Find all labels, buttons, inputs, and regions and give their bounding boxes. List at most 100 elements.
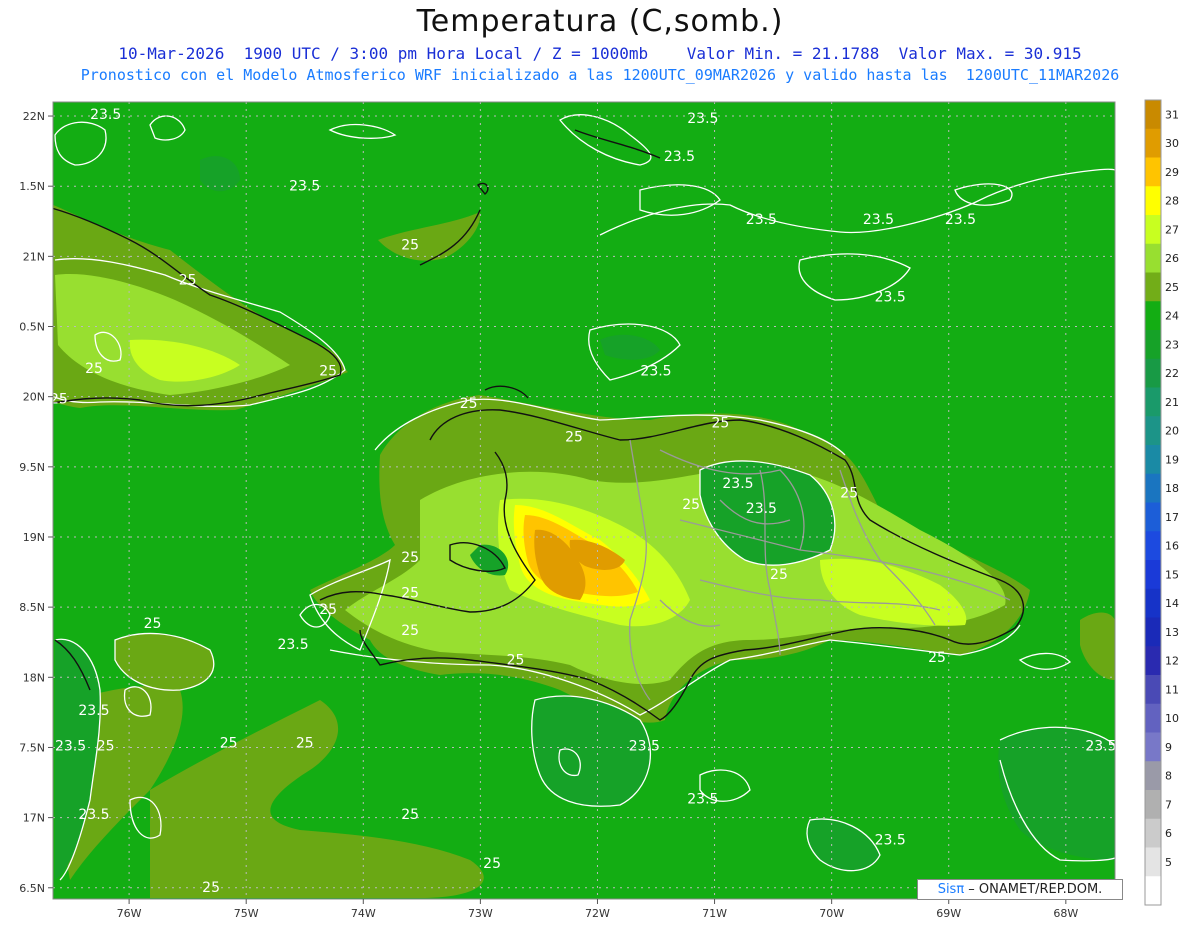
colorbar-swatch xyxy=(1145,761,1161,791)
colorbar-swatch xyxy=(1145,272,1161,302)
contour-label: 25 xyxy=(401,585,419,601)
colorbar-label: 14 xyxy=(1165,597,1179,610)
contour-label: 25 xyxy=(179,272,197,288)
colorbar-swatch xyxy=(1145,157,1161,187)
colorbar-swatch xyxy=(1145,818,1161,848)
lon-label: 69W xyxy=(936,907,961,920)
contour-label: 25 xyxy=(97,738,115,754)
colorbar-swatch xyxy=(1145,588,1161,618)
contour-label: 23.5 xyxy=(640,364,671,380)
colorbar-swatch xyxy=(1145,100,1161,130)
colorbar-swatch xyxy=(1145,531,1161,561)
lon-label: 72W xyxy=(585,907,610,920)
colorbar-label: 27 xyxy=(1165,223,1179,236)
colorbar-swatch xyxy=(1145,703,1161,733)
contour-label: 23.5 xyxy=(1085,738,1116,754)
contour-label: 25 xyxy=(770,567,788,583)
contour-label: 23.5 xyxy=(746,501,777,517)
lat-label: 18N xyxy=(23,671,45,684)
contour-label: 25 xyxy=(711,416,729,432)
colorbar-swatch xyxy=(1145,876,1161,906)
lat-label: 8.5N xyxy=(19,601,45,614)
colorbar-swatch xyxy=(1145,560,1161,590)
colorbar-swatch xyxy=(1145,790,1161,820)
colorbar-label: 11 xyxy=(1165,683,1179,696)
colorbar-label: 20 xyxy=(1165,425,1179,438)
contour-label: 25 xyxy=(85,361,103,377)
longitude-axis: 76W 75W 74W 73W 72W 71W 70W 69W 68W xyxy=(117,899,1078,920)
contour-label: 23.5 xyxy=(55,738,86,754)
contour-label: 25 xyxy=(220,735,238,751)
temperature-colorbar: 31 30 29 28 27 26 25 24 23 22 21 20 19 18 17 16 15 14 13 12… xyxy=(1144,99,1179,906)
colorbar-label: 7 xyxy=(1165,798,1172,811)
lon-label: 70W xyxy=(819,907,844,920)
lat-label: 20N xyxy=(23,391,45,404)
colorbar-label: 15 xyxy=(1165,568,1179,581)
contour-label: 25 xyxy=(401,550,419,566)
lon-label: 73W xyxy=(468,907,493,920)
credit-box: Sisπ – ONAMET/REP.DOM. xyxy=(917,879,1123,900)
contour-label: 23.5 xyxy=(863,212,894,228)
contour-label: 25 xyxy=(483,856,501,872)
contour-label: 23.5 xyxy=(629,738,660,754)
contour-label: 23.5 xyxy=(90,107,121,123)
lon-label: 76W xyxy=(117,907,142,920)
colorbar-swatch xyxy=(1145,675,1161,705)
colorbar-label: 9 xyxy=(1165,741,1172,754)
contour-label: 25 xyxy=(319,364,337,380)
colorbar-label: 12 xyxy=(1165,655,1179,668)
lat-label: 17N xyxy=(23,812,45,825)
contour-label: 25 xyxy=(840,486,858,502)
colorbar-label: 21 xyxy=(1165,396,1179,409)
colorbar-swatch xyxy=(1145,445,1161,475)
colorbar-label: 17 xyxy=(1165,511,1179,524)
contour-label: 23.5 xyxy=(875,289,906,305)
contour-label: 25 xyxy=(928,650,946,666)
contour-label: 25 xyxy=(460,396,478,412)
contour-label: 25 xyxy=(565,430,583,446)
colorbar-label: 19 xyxy=(1165,453,1179,466)
colorbar-label: 29 xyxy=(1165,166,1179,179)
lat-label: 6.5N xyxy=(19,882,45,895)
lon-label: 74W xyxy=(351,907,376,920)
colorbar-label: 30 xyxy=(1165,137,1179,150)
colorbar-swatch xyxy=(1145,186,1161,216)
lon-label: 75W xyxy=(234,907,259,920)
colorbar-swatch xyxy=(1145,502,1161,532)
colorbar-label: 26 xyxy=(1165,252,1179,265)
contour-label: 23.5 xyxy=(687,111,718,127)
colorbar-swatch xyxy=(1145,128,1161,158)
colorbar-label: 28 xyxy=(1165,195,1179,208)
colorbar-swatch xyxy=(1145,416,1161,446)
colorbar-swatch xyxy=(1145,330,1161,360)
contour-label: 23.5 xyxy=(875,832,906,848)
colorbar-swatch xyxy=(1145,617,1161,647)
colorbar-swatch xyxy=(1145,215,1161,245)
lon-label: 68W xyxy=(1053,907,1078,920)
contour-label: 25 xyxy=(202,880,220,896)
colorbar-label: 25 xyxy=(1165,281,1179,294)
lat-label: 0.5N xyxy=(19,321,45,334)
colorbar-label: 8 xyxy=(1165,770,1172,783)
colorbar-swatch xyxy=(1145,387,1161,417)
contour-label: 23.5 xyxy=(78,807,109,823)
credit-text: – ONAMET/REP.DOM. xyxy=(964,882,1103,897)
contour-label: 25 xyxy=(507,653,525,669)
temperature-map: 23.5 23.5 23.5 23.5 23.5 23.5 23.5 23.5 23.5 25 25… xyxy=(19,99,1179,920)
colorbar-swatch xyxy=(1145,301,1161,331)
contour-label: 25 xyxy=(401,807,419,823)
contour-label: 25 xyxy=(296,735,314,751)
colorbar-swatch xyxy=(1145,732,1161,762)
colorbar-swatch xyxy=(1145,358,1161,388)
colorbar-swatch xyxy=(1145,243,1161,273)
colorbar-label: 23 xyxy=(1165,338,1179,351)
lat-label: 22N xyxy=(23,110,45,123)
contour-label: 25 xyxy=(401,237,419,253)
lat-label: 21N xyxy=(23,250,45,263)
colorbar-label: 5 xyxy=(1165,856,1172,869)
colorbar-label: 22 xyxy=(1165,367,1179,380)
contour-label: 23.5 xyxy=(687,792,718,808)
lat-label: 1.5N xyxy=(19,180,45,193)
colorbar-label: 16 xyxy=(1165,540,1179,553)
contour-label: 23.5 xyxy=(78,703,109,719)
